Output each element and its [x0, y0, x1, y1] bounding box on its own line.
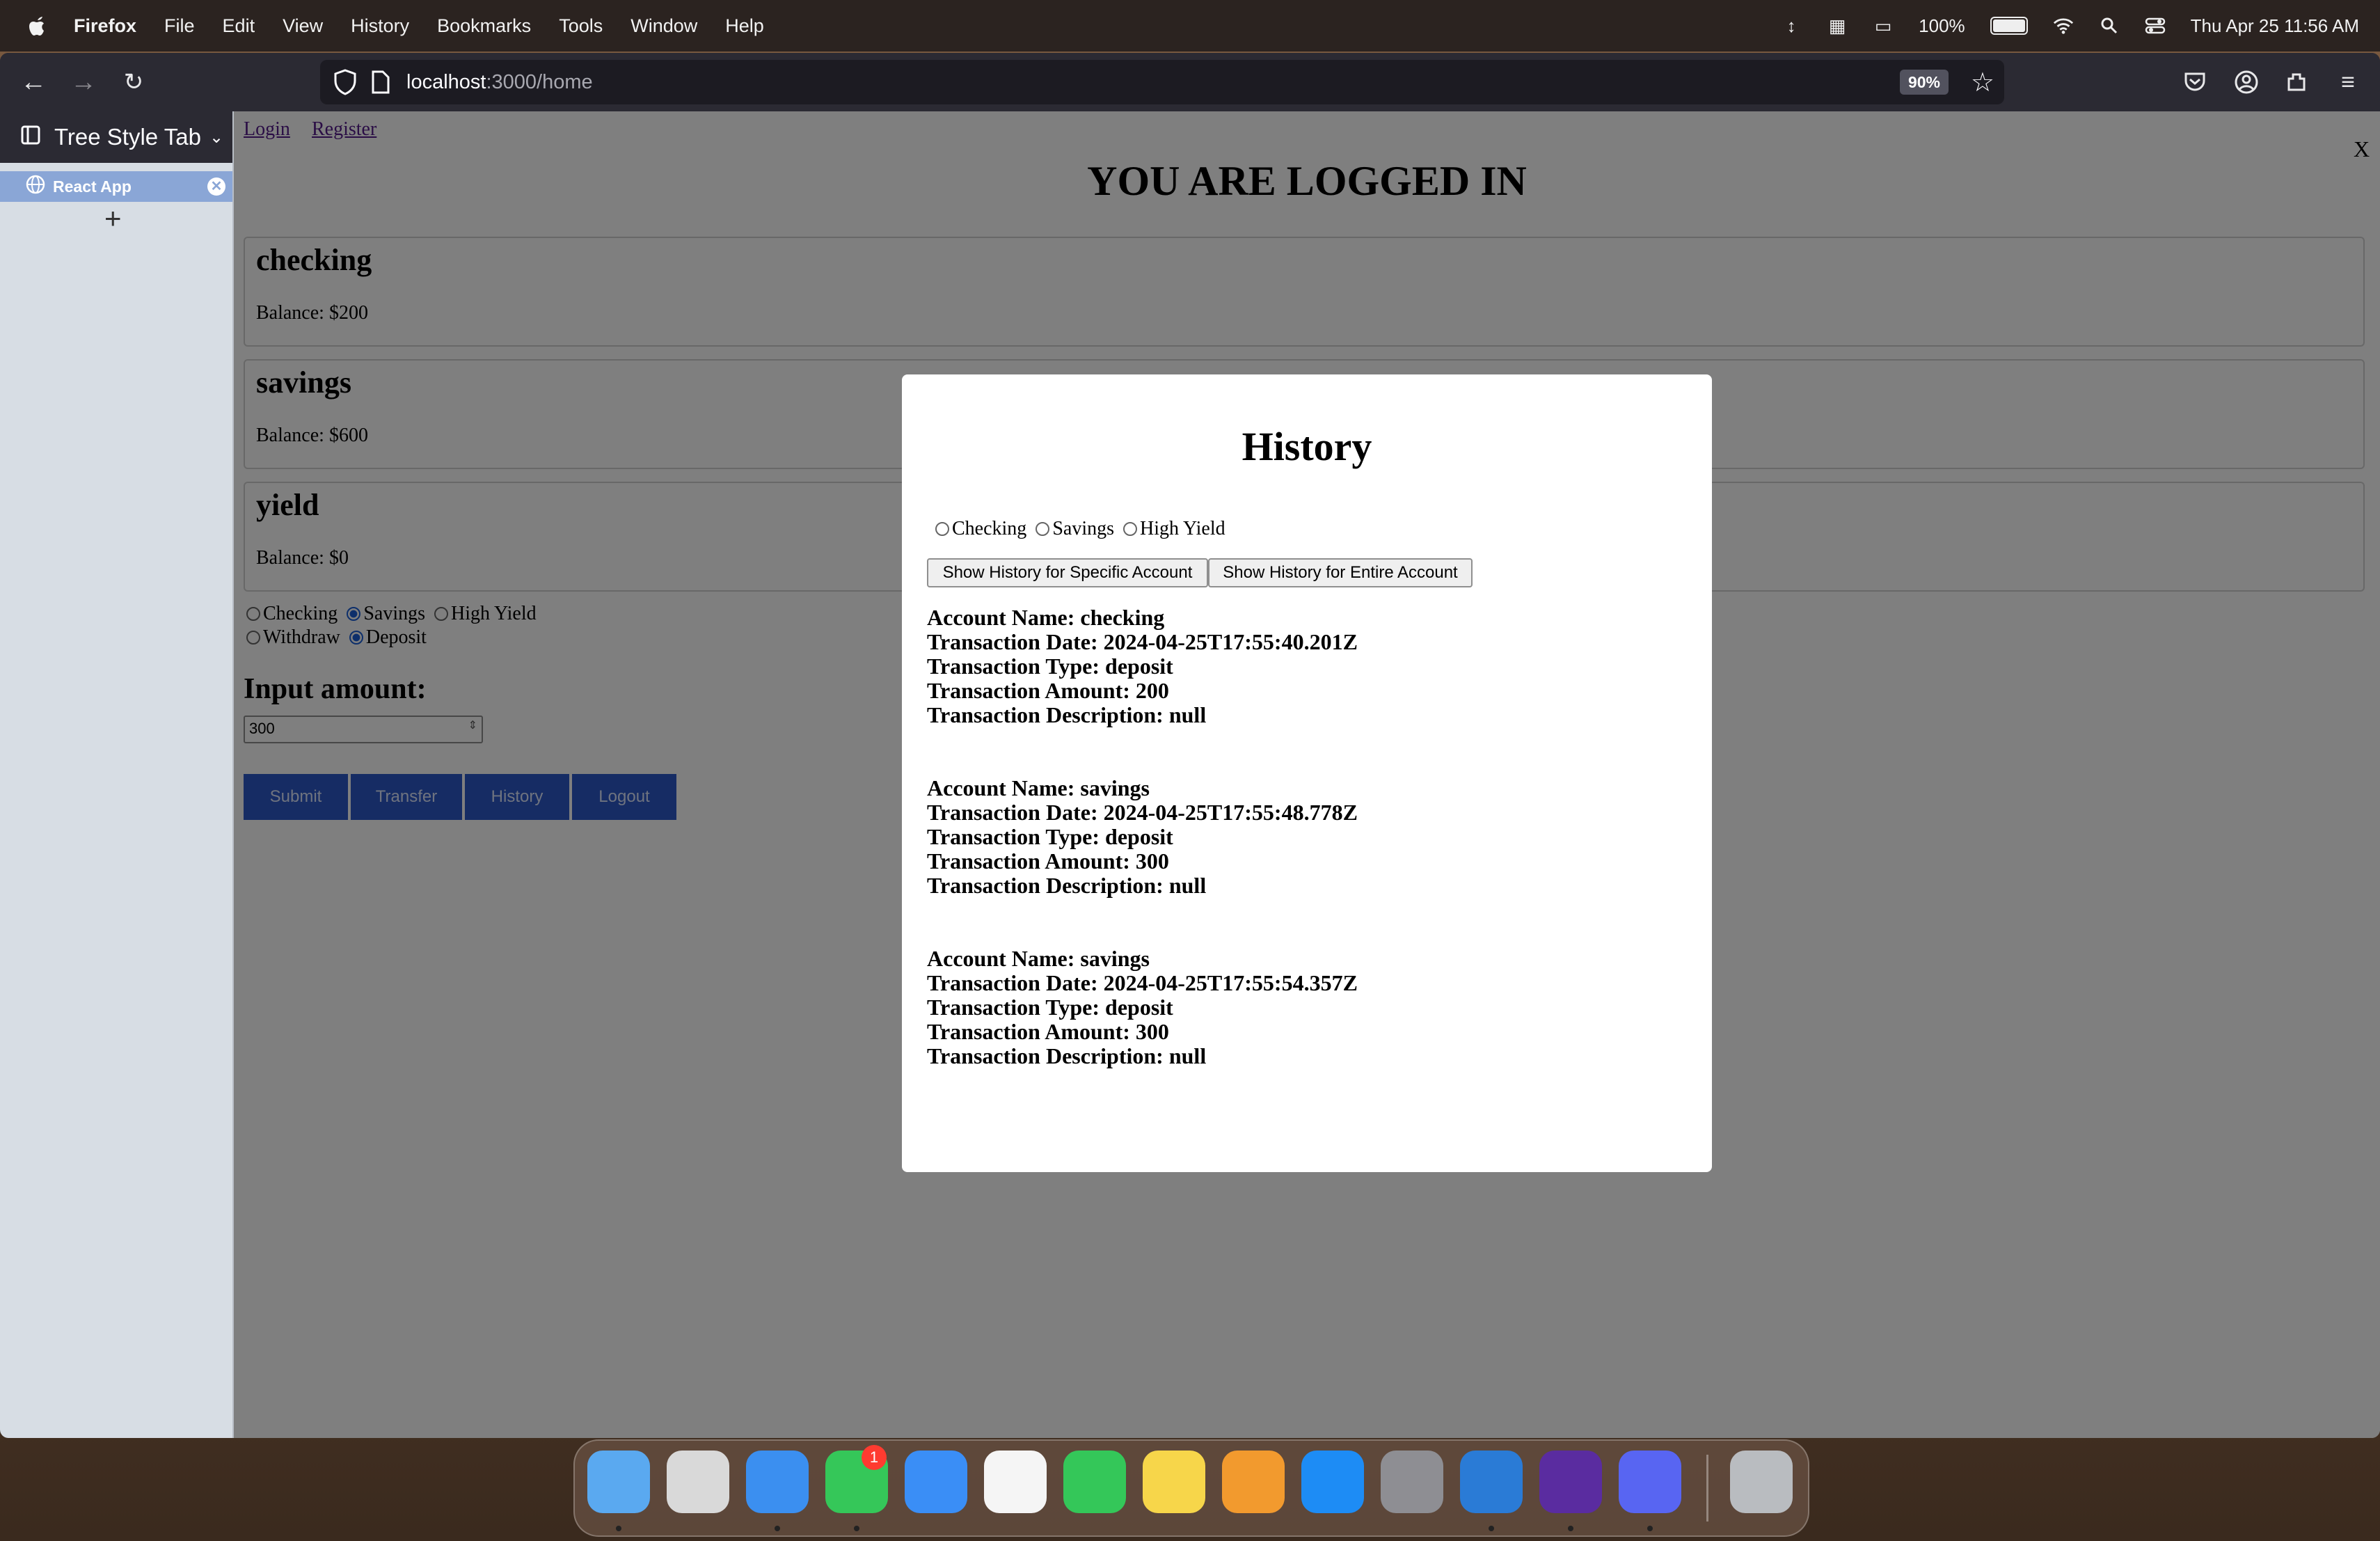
tx-description: Transaction Description: null: [927, 702, 1207, 727]
tx-type: Transaction Type: deposit: [927, 654, 1173, 679]
menu-clock[interactable]: Thu Apr 25 11:56 AM: [2191, 15, 2359, 37]
tx-account-name: Account Name: savings: [927, 946, 1150, 971]
zoom-level-badge[interactable]: 90%: [1899, 70, 1949, 95]
battery-percent: 100%: [1919, 15, 1965, 36]
menu-view[interactable]: View: [283, 15, 323, 37]
radio-label: Checking: [952, 518, 1027, 539]
history-modal: History Checking Savings High Yield Show…: [902, 374, 1712, 1172]
macos-dock: 1: [573, 1439, 1809, 1537]
sidebar-icon[interactable]: ▭: [1873, 15, 1894, 36]
url-bar[interactable]: localhost:3000/home 90% ☆: [320, 60, 2004, 104]
discord-icon[interactable]: [1619, 1451, 1681, 1513]
tx-type: Transaction Type: deposit: [927, 995, 1173, 1020]
transaction-entry: Account Name: checking Transaction Date:…: [927, 606, 1358, 727]
mail-icon[interactable]: [905, 1451, 967, 1513]
modal-radio-checking[interactable]: [935, 521, 949, 536]
tab-label: React App: [53, 177, 132, 196]
dock-separator: [1706, 1455, 1708, 1522]
modal-radio-savings[interactable]: [1036, 521, 1050, 536]
app-store-icon[interactable]: [1301, 1451, 1364, 1513]
show-history-entire-button[interactable]: Show History for Entire Account: [1208, 558, 1473, 587]
firefox-icon[interactable]: [1539, 1451, 1602, 1513]
menu-bookmarks[interactable]: Bookmarks: [437, 15, 531, 37]
menu-tools[interactable]: Tools: [559, 15, 603, 37]
trash-icon[interactable]: [1730, 1451, 1793, 1513]
sidebar-tab-react-app[interactable]: React App ✕: [0, 171, 232, 202]
tree-style-tab-sidebar: Tree Style Tab ⌄ React App ✕ +: [0, 111, 234, 1438]
finder-icon[interactable]: [587, 1451, 650, 1513]
tx-type: Transaction Type: deposit: [927, 824, 1173, 849]
tx-description: Transaction Description: null: [927, 873, 1207, 898]
close-tab-icon[interactable]: ✕: [207, 177, 225, 196]
sidebar-panel-icon: [21, 124, 40, 150]
safari-icon[interactable]: [746, 1451, 809, 1513]
tx-account-name: Account Name: savings: [927, 775, 1150, 800]
app-menu-firefox[interactable]: Firefox: [74, 15, 136, 37]
messages-badge: 1: [862, 1445, 887, 1470]
page-icon[interactable]: [370, 70, 391, 100]
battery-icon[interactable]: [1990, 17, 2028, 35]
firefox-window: ← → ↻ localhost:3000/home 90% ☆ ≡ Tree S…: [0, 53, 2380, 1438]
window-grid-icon[interactable]: ▦: [1827, 15, 1848, 36]
extensions-icon[interactable]: [2280, 65, 2313, 99]
sidebar-header[interactable]: Tree Style Tab ⌄: [0, 111, 232, 163]
menu-history[interactable]: History: [351, 15, 409, 37]
sidebar-title: Tree Style Tab: [54, 124, 201, 150]
menu-file[interactable]: File: [164, 15, 195, 37]
hamburger-menu-icon[interactable]: ≡: [2331, 65, 2365, 99]
macos-menu-bar: Firefox File Edit View History Bookmarks…: [0, 0, 2380, 52]
dock-running-indicator: [1489, 1526, 1494, 1531]
bookmark-star-icon[interactable]: ☆: [1971, 67, 1994, 98]
modal-radio-high-yield[interactable]: [1123, 521, 1137, 536]
wifi-icon[interactable]: [2053, 15, 2074, 36]
menu-window[interactable]: Window: [630, 15, 697, 37]
modal-title: History: [1241, 424, 1372, 469]
transaction-entry: Account Name: savings Transaction Date: …: [927, 947, 1358, 1068]
forward-arrow-icon[interactable]: →: [67, 65, 100, 99]
vscode-icon[interactable]: [1460, 1451, 1523, 1513]
radio-label: High Yield: [1140, 518, 1225, 539]
globe-icon: [25, 174, 46, 199]
show-history-specific-button[interactable]: Show History for Specific Account: [927, 558, 1208, 587]
back-arrow-icon[interactable]: ←: [17, 65, 50, 99]
shield-icon[interactable]: [333, 68, 358, 102]
new-tab-plus-icon[interactable]: +: [104, 202, 122, 235]
account-icon[interactable]: [2230, 65, 2263, 99]
tx-date: Transaction Date: 2024-04-25T17:55:40.20…: [927, 629, 1358, 654]
web-page: Login Register X YOU ARE LOGGED IN check…: [234, 111, 2380, 1438]
dock-running-indicator: [854, 1526, 859, 1531]
photos-icon[interactable]: [984, 1451, 1047, 1513]
tx-amount: Transaction Amount: 200: [927, 678, 1169, 703]
radio-label: Savings: [1052, 518, 1114, 539]
status-menus: ↕ ▦ ▭ 100% Thu Apr 25 11:56 AM: [1781, 0, 2359, 52]
dock-running-indicator: [775, 1526, 780, 1531]
tx-amount: Transaction Amount: 300: [927, 848, 1169, 874]
modal-radio-group: Checking Savings High Yield: [931, 518, 1225, 540]
control-center-icon[interactable]: [2145, 15, 2166, 36]
notes-icon[interactable]: [1143, 1451, 1205, 1513]
system-settings-icon[interactable]: [1381, 1451, 1443, 1513]
menu-edit[interactable]: Edit: [223, 15, 255, 37]
pages-icon[interactable]: [1222, 1451, 1285, 1513]
transaction-entry: Account Name: savings Transaction Date: …: [927, 776, 1358, 898]
navigation-toolbar: ← → ↻ localhost:3000/home 90% ☆ ≡: [0, 53, 2380, 111]
dock-running-indicator: [1568, 1526, 1573, 1531]
spotlight-search-icon[interactable]: [2099, 15, 2120, 36]
reload-icon[interactable]: ↻: [117, 65, 150, 99]
scroll-arrows-icon[interactable]: ↕: [1781, 15, 1802, 36]
launchpad-icon[interactable]: [667, 1451, 729, 1513]
chevron-down-icon: ⌄: [209, 127, 224, 147]
dock-running-indicator: [616, 1526, 621, 1531]
url-text[interactable]: localhost:3000/home: [406, 71, 593, 94]
apple-logo-icon[interactable]: [26, 13, 49, 38]
tx-date: Transaction Date: 2024-04-25T17:55:48.77…: [927, 800, 1358, 825]
pocket-icon[interactable]: [2178, 65, 2212, 99]
tx-account-name: Account Name: checking: [927, 605, 1165, 630]
dock-running-indicator: [1647, 1526, 1653, 1531]
tx-date: Transaction Date: 2024-04-25T17:55:54.35…: [927, 970, 1358, 995]
tx-amount: Transaction Amount: 300: [927, 1019, 1169, 1044]
facetime-icon[interactable]: [1063, 1451, 1126, 1513]
tx-description: Transaction Description: null: [927, 1043, 1207, 1068]
menu-help[interactable]: Help: [725, 15, 764, 37]
